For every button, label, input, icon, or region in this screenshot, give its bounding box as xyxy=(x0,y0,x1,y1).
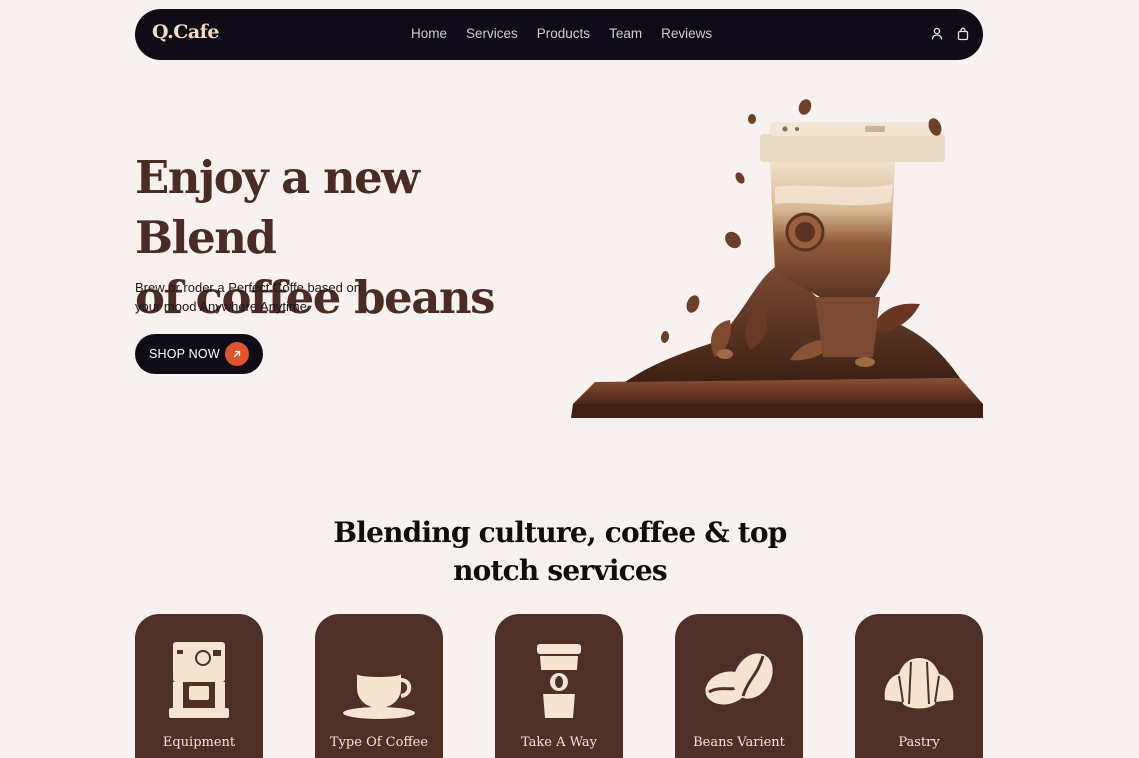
user-icon[interactable] xyxy=(931,27,943,41)
espresso-machine-icon xyxy=(169,642,229,718)
hero-subtitle: Brew or roder a Perfect Coffe based on y… xyxy=(135,278,395,316)
hero-subtitle-line1: Brew or roder a Perfect Coffe based on xyxy=(135,280,361,295)
service-card-take-a-way[interactable]: Take A Way xyxy=(495,614,623,758)
coffee-grinder-illustration xyxy=(571,99,983,418)
nav-link-team[interactable]: Team xyxy=(609,26,642,41)
hero-subtitle-line2: your mood Anywhere Anytime xyxy=(135,299,307,314)
service-card-label: Beans Varient xyxy=(693,735,785,750)
croissant-icon xyxy=(884,658,954,709)
nav-icons xyxy=(931,27,969,41)
takeaway-cup-icon xyxy=(537,644,581,718)
nav-link-services[interactable]: Services xyxy=(466,26,518,41)
service-card-equipment[interactable]: Equipment xyxy=(135,614,263,758)
hero-title-line1: Enjoy a new Blend xyxy=(135,151,420,264)
nav-link-products[interactable]: Products xyxy=(537,26,590,41)
service-card-label: Type Of Coffee xyxy=(329,735,429,750)
service-card-beans-varient[interactable]: Beans Varient xyxy=(675,614,803,758)
coffee-beans-icon xyxy=(705,653,773,705)
services-title: Blending culture, coffee & top notch ser… xyxy=(330,514,790,590)
shopping-bag-icon[interactable] xyxy=(957,27,969,41)
service-card-type-of-coffee[interactable]: Type Of Coffee xyxy=(315,614,443,758)
service-card-pastry[interactable]: Pastry xyxy=(855,614,983,758)
services-title-line1: Blending culture, coffee & top xyxy=(333,516,787,549)
arrow-up-right-icon xyxy=(225,342,249,366)
nav-link-reviews[interactable]: Reviews xyxy=(661,26,712,41)
service-card-label: Equipment xyxy=(162,735,236,750)
shop-now-label: SHOP NOW xyxy=(149,347,220,361)
service-card-label: Pastry xyxy=(898,735,940,750)
coffee-cup-icon xyxy=(343,671,415,719)
navbar: Q.Cafe Home Services Products Team Revie… xyxy=(135,9,983,60)
nav-links: Home Services Products Team Reviews xyxy=(411,26,712,41)
services-title-line2: notch services xyxy=(453,554,668,587)
nav-link-home[interactable]: Home xyxy=(411,26,447,41)
shop-now-button[interactable]: SHOP NOW xyxy=(135,334,263,374)
service-card-label: Take A Way xyxy=(521,735,597,750)
logo[interactable]: Q.Cafe xyxy=(152,21,219,43)
service-cards: Equipment Type Of Coffee Take A Way Bean… xyxy=(135,614,983,758)
